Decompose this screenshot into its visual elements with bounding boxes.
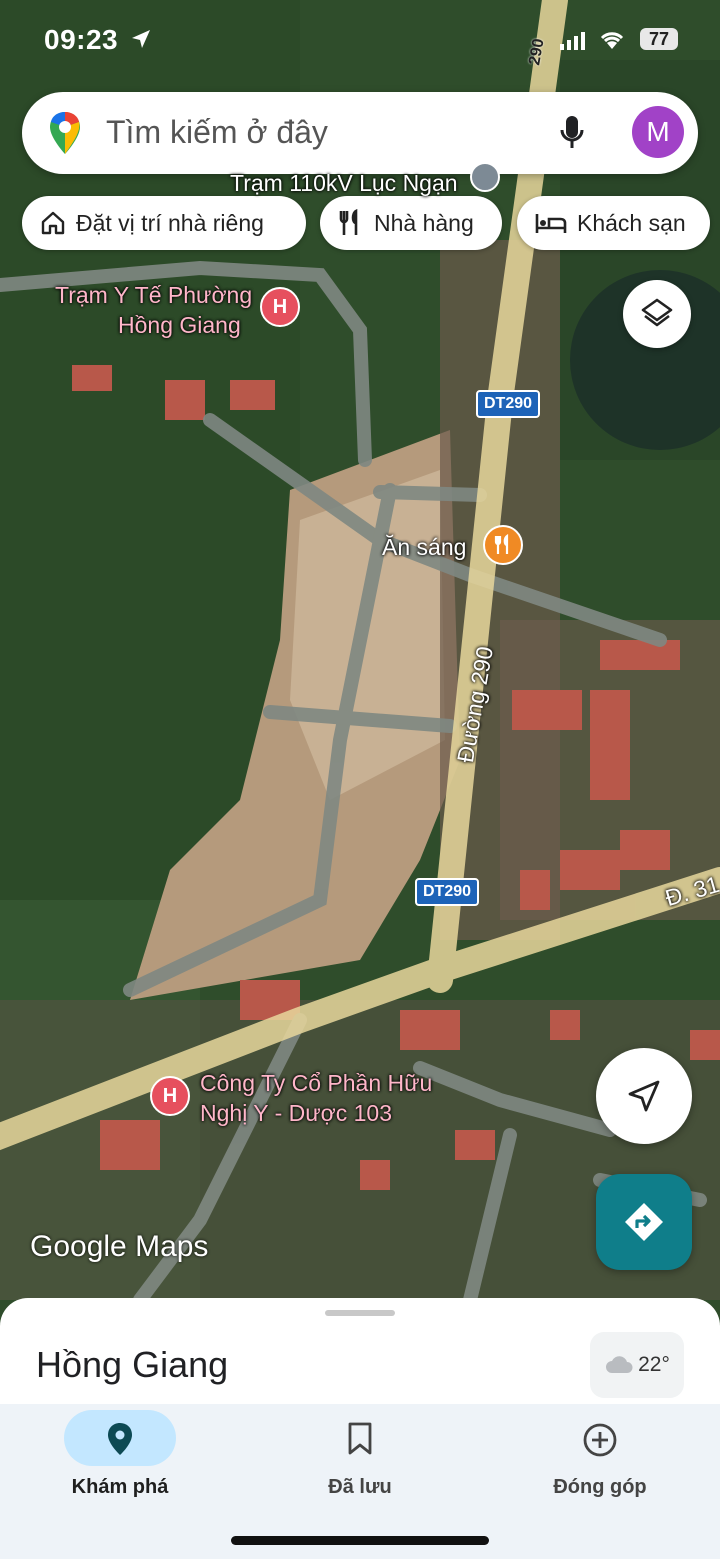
layers-button[interactable] [623, 280, 691, 348]
map-label-health-station-line2[interactable]: Hồng Giang [118, 312, 241, 339]
wifi-icon [598, 30, 626, 55]
tab-icon-wrapper [544, 1410, 656, 1466]
home-indicator[interactable] [231, 1536, 489, 1545]
tab-label: Đóng góp [553, 1476, 647, 1498]
road-shield-dt290-north: DT290 [476, 390, 541, 418]
tab-saved[interactable]: Đã lưu [240, 1404, 480, 1524]
hotel-icon [535, 214, 567, 233]
map-label-breakfast[interactable]: Ăn sáng [382, 534, 466, 561]
add-circle-icon [583, 1423, 617, 1457]
account-avatar[interactable]: M [632, 106, 684, 158]
navigation-arrow-icon [628, 1080, 660, 1112]
hospital-marker-icon[interactable]: H [260, 287, 300, 327]
layers-icon [641, 298, 673, 327]
tab-label: Đã lưu [328, 1476, 392, 1498]
chip-set-home[interactable]: Đặt vị trí nhà riêng [22, 196, 306, 250]
clock: 09:23 [44, 24, 119, 55]
tab-label: Khám phá [71, 1476, 169, 1498]
hospital-marker-icon[interactable]: H [150, 1076, 190, 1116]
directions-icon [625, 1203, 663, 1241]
battery-icon: 77 [640, 28, 678, 50]
restaurant-marker-icon[interactable] [483, 525, 523, 565]
restaurant-icon [339, 209, 358, 235]
microphone-icon[interactable] [560, 114, 584, 157]
my-location-button[interactable] [596, 1048, 692, 1144]
location-arrow-icon [130, 28, 152, 55]
chip-restaurants[interactable]: Nhà hàng [320, 196, 502, 250]
sheet-drag-handle[interactable] [325, 1310, 395, 1316]
chip-label: Đặt vị trí nhà riêng [76, 209, 264, 236]
road-shield-dt290-south: DT290 [415, 878, 480, 906]
search-bar[interactable]: Tìm kiếm ở đây M [22, 92, 698, 174]
explore-pin-icon [108, 1423, 132, 1455]
substation-marker-icon[interactable] [470, 162, 500, 192]
temperature: 22° [638, 1353, 670, 1376]
chip-label: Nhà hàng [374, 209, 474, 236]
tab-icon-wrapper [304, 1410, 416, 1466]
cellular-signal-icon [560, 32, 586, 55]
home-icon [41, 211, 65, 235]
map-label-health-station-line1[interactable]: Trạm Y Tế Phường [55, 282, 252, 309]
google-maps-logo: Google Maps [30, 1230, 209, 1263]
bookmark-icon [348, 1422, 372, 1455]
tab-contribute[interactable]: Đóng góp [480, 1404, 720, 1524]
tab-icon-wrapper [64, 1410, 176, 1466]
map-label-company-line1[interactable]: Công Ty Cổ Phần Hữu [200, 1070, 432, 1097]
chip-hotels[interactable]: Khách sạn [517, 196, 710, 250]
place-title: Hồng Giang [36, 1344, 229, 1385]
directions-button[interactable] [596, 1174, 692, 1270]
map-label-substation[interactable]: Trạm 110kV Lục Ngạn [230, 170, 458, 197]
status-bar: 09:23 77 [0, 22, 720, 62]
chip-label: Khách sạn [577, 209, 686, 236]
google-maps-pin-icon [48, 110, 82, 161]
search-placeholder[interactable]: Tìm kiếm ở đây [106, 114, 328, 151]
map-label-company-line2[interactable]: Nghị Y - Dược 103 [200, 1100, 392, 1127]
weather-chip[interactable]: 22° [590, 1332, 684, 1398]
tab-explore[interactable]: Khám phá [0, 1404, 240, 1524]
cloud-icon [606, 1356, 633, 1373]
